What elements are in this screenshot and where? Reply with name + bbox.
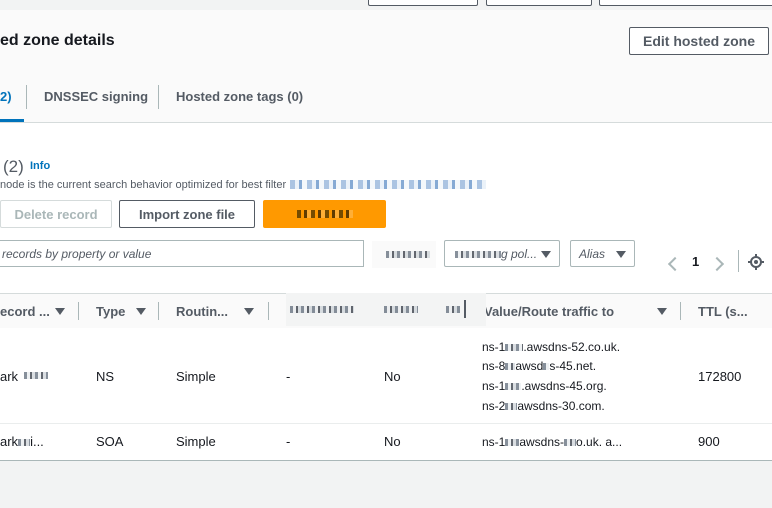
page-number[interactable]: 1 <box>692 254 699 269</box>
redacted-value <box>505 363 516 370</box>
alias-filter[interactable]: Alias <box>570 240 635 267</box>
create-record-button[interactable] <box>263 200 386 228</box>
tab-records[interactable]: 2) <box>0 89 12 104</box>
alias-cell: No <box>384 369 401 384</box>
column-separator[interactable] <box>464 300 466 318</box>
redacted-record-name <box>24 372 48 379</box>
sort-caret-icon[interactable] <box>136 308 146 315</box>
record-type-cell: NS <box>96 369 115 384</box>
delete-record-button[interactable]: Delete record <box>0 200 112 228</box>
differentiator-cell: - <box>286 369 291 384</box>
page-title: ed zone details <box>0 32 115 49</box>
chevron-left-icon[interactable] <box>667 256 683 272</box>
chevron-right-icon[interactable] <box>709 256 725 272</box>
nameserver-value: ns-8 awsd s-45.net. <box>482 359 597 373</box>
redacted-value <box>505 403 518 410</box>
column-separator[interactable] <box>158 302 159 320</box>
redacted-record-name <box>18 439 31 446</box>
tab-separator <box>158 85 159 109</box>
soa-value: ns-1 awsdns-o.uk. a... <box>482 435 623 449</box>
sort-caret-icon[interactable] <box>244 308 254 315</box>
gear-icon[interactable] <box>748 254 764 270</box>
ttl-cell: 900 <box>698 434 720 449</box>
import-zone-file-button[interactable]: Import zone file <box>119 200 255 228</box>
redacted-filter-text <box>386 251 430 258</box>
redacted-column-header <box>446 306 460 313</box>
records-count: (2) <box>3 157 24 176</box>
records-panel: (2) Info node is the current search beha… <box>0 123 772 461</box>
active-tab-indicator <box>0 119 24 122</box>
table-row[interactable]: ark NS Simple - No ns-1 .awsdns-52.co.uk.… <box>0 328 772 424</box>
redacted-link-text[interactable] <box>290 180 486 189</box>
top-action-button-2[interactable] <box>486 0 592 6</box>
column-separator[interactable] <box>78 302 79 320</box>
info-link[interactable]: Info <box>30 160 50 172</box>
pager-separator <box>738 250 739 272</box>
column-type[interactable]: Type <box>96 304 125 319</box>
redacted-value <box>505 383 522 390</box>
routing-policy-filter[interactable]: g pol... <box>444 240 560 267</box>
nameserver-value: ns-2 awsdns-30.com. <box>482 399 605 413</box>
top-action-button-1[interactable] <box>368 0 478 6</box>
tab-hosted-zone-tags[interactable]: Hosted zone tags (0) <box>176 89 303 104</box>
chevron-down-icon <box>541 251 551 258</box>
edit-hosted-zone-button[interactable]: Edit hosted zone <box>629 27 769 55</box>
column-separator[interactable] <box>680 302 681 320</box>
redacted-filter-prefix <box>455 251 501 258</box>
redacted-value <box>543 363 550 370</box>
redacted-value <box>505 344 524 351</box>
alias-filter-label: Alias <box>579 247 606 261</box>
top-action-button-3[interactable] <box>599 0 772 6</box>
hosted-zone-details-header: ed zone details Edit hosted zone <box>0 10 772 73</box>
redacted-value <box>564 439 577 446</box>
tab-separator <box>26 85 27 109</box>
records-search-input[interactable]: records by property or value <box>0 240 364 267</box>
record-name-cell[interactable]: ark i... <box>0 434 44 449</box>
redacted-filter-area <box>372 241 436 268</box>
chevron-down-icon <box>616 251 626 258</box>
nameserver-value: ns-1 .awsdns-52.co.uk. <box>482 340 621 354</box>
column-separator[interactable] <box>268 302 269 320</box>
redacted-column-header <box>384 306 418 313</box>
column-record-name[interactable]: ecord ... <box>0 304 50 319</box>
nameserver-value: ns-1 .awsdns-45.org. <box>482 379 607 393</box>
column-value[interactable]: Value/Route traffic to <box>484 304 614 319</box>
redacted-value <box>505 439 520 446</box>
tabs-bar: 2) DNSSEC signing Hosted zone tags (0) <box>0 72 772 123</box>
record-type-cell: SOA <box>96 434 124 449</box>
sort-caret-icon[interactable] <box>55 308 65 315</box>
tab-dnssec-signing[interactable]: DNSSEC signing <box>44 89 148 104</box>
routing-policy-cell: Simple <box>176 369 216 384</box>
redacted-column-header <box>290 306 354 313</box>
ttl-cell: 172800 <box>698 369 742 384</box>
sort-caret-icon[interactable] <box>657 308 667 315</box>
redacted-columns-area <box>286 293 486 326</box>
record-name-cell[interactable]: ark <box>0 369 18 384</box>
column-ttl[interactable]: TTL (s... <box>698 304 748 319</box>
search-mode-note: node is the current search behavior opti… <box>0 179 287 191</box>
column-routing[interactable]: Routin... <box>176 304 228 319</box>
table-row[interactable]: ark i... SOA Simple - No ns-1 awsdns-o.uk.… <box>0 424 772 460</box>
routing-policy-filter-label: g pol... <box>501 247 538 261</box>
differentiator-cell: - <box>286 434 291 449</box>
redacted-button-label <box>296 210 353 218</box>
alias-cell: No <box>384 434 401 449</box>
routing-policy-cell: Simple <box>176 434 216 449</box>
